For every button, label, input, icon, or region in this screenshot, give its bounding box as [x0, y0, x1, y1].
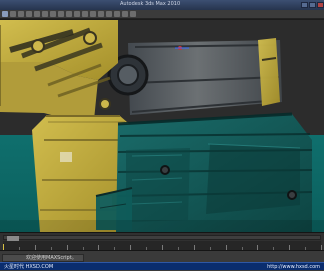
mirror-icon[interactable] — [82, 11, 88, 17]
scene-shadow — [0, 220, 324, 232]
curve-editor-icon[interactable] — [106, 11, 112, 17]
angle-snap-icon[interactable] — [66, 11, 72, 17]
timeline-panel — [0, 232, 324, 251]
rotate-tool-icon[interactable] — [18, 11, 24, 17]
move-tool-icon[interactable] — [10, 11, 16, 17]
main-toolbar — [0, 10, 324, 19]
link-tool-icon[interactable] — [34, 11, 40, 17]
viewport-scene — [0, 20, 324, 232]
material-editor-icon[interactable] — [114, 11, 120, 17]
percent-snap-icon[interactable] — [74, 11, 80, 17]
time-slider[interactable] — [3, 235, 321, 241]
layer-manager-icon[interactable] — [98, 11, 104, 17]
bottom-banner: 火星时代 HXSD.COM http://www.hxsd.com — [0, 262, 324, 270]
snap-tool-icon[interactable] — [58, 11, 64, 17]
bind-tool-icon[interactable] — [50, 11, 56, 17]
status-text: 欢迎使用MAXScript。 — [26, 255, 77, 261]
scale-tool-icon[interactable] — [26, 11, 32, 17]
close-icon[interactable] — [317, 2, 324, 8]
timeline-ticks — [3, 241, 322, 250]
maximize-icon[interactable] — [309, 2, 316, 8]
select-tool-icon[interactable] — [2, 11, 8, 17]
scene-upper-metal-structure — [107, 40, 282, 115]
unlink-tool-icon[interactable] — [42, 11, 48, 17]
banner-left: 火星时代 HXSD.COM — [4, 264, 54, 270]
align-icon[interactable] — [90, 11, 96, 17]
render-icon[interactable] — [130, 11, 136, 17]
window-title: Autodesk 3ds Max 2010 — [120, 1, 181, 7]
scene-teal-base — [95, 112, 313, 232]
3d-viewport[interactable] — [0, 20, 324, 232]
render-setup-icon[interactable] — [122, 11, 128, 17]
banner-right: http://www.hxsd.com — [267, 263, 320, 270]
minimize-icon[interactable] — [301, 2, 308, 8]
title-bar: Autodesk 3ds Max 2010 — [0, 0, 324, 10]
